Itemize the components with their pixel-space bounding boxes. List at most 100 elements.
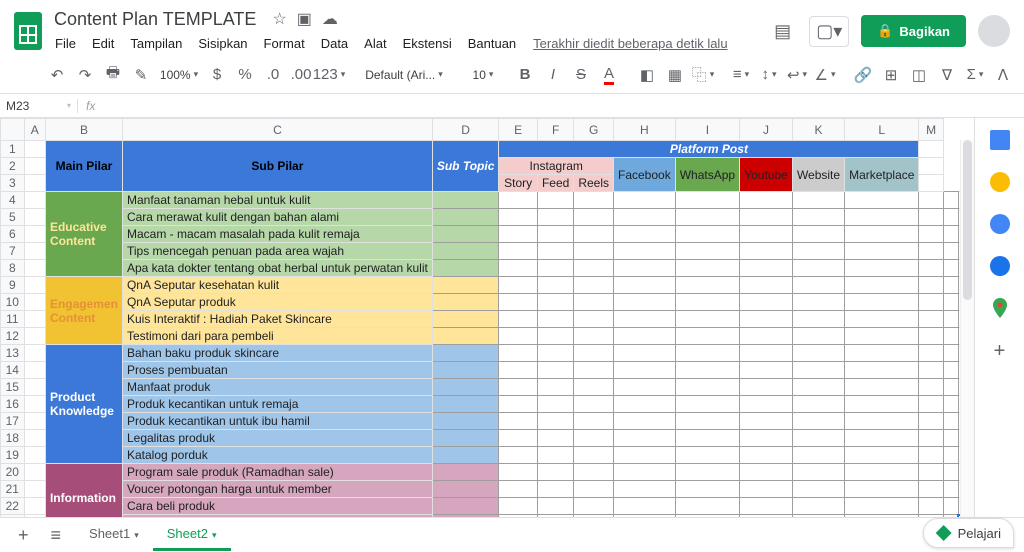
cell[interactable] [740, 396, 793, 413]
cell[interactable] [919, 294, 943, 311]
cell[interactable] [740, 243, 793, 260]
sheets-logo[interactable] [8, 12, 48, 50]
cell[interactable] [614, 209, 676, 226]
cell[interactable] [845, 362, 919, 379]
insert-link-button[interactable]: 🔗 [850, 62, 876, 88]
formula-input[interactable] [103, 94, 1024, 117]
text-rotation-dropdown[interactable]: ∠ [812, 62, 838, 88]
column-header-M[interactable]: M [919, 119, 943, 141]
cell[interactable] [740, 192, 793, 209]
cell[interactable] [614, 243, 676, 260]
cell[interactable] [499, 226, 538, 243]
pilar-pink[interactable]: Information [45, 464, 122, 518]
column-header-A[interactable]: A [24, 119, 45, 141]
cell[interactable] [614, 464, 676, 481]
sub-topic-cell[interactable] [432, 209, 499, 226]
cell[interactable] [537, 413, 573, 430]
sub-pilar-cell[interactable]: Kuis Interaktif : Hadiah Paket Skincare [122, 311, 432, 328]
cell[interactable] [537, 396, 573, 413]
cell[interactable] [792, 345, 844, 362]
cell[interactable] [574, 413, 614, 430]
cell[interactable] [675, 345, 739, 362]
menu-format[interactable]: Format [257, 33, 312, 54]
cell[interactable] [845, 260, 919, 277]
cell[interactable] [614, 226, 676, 243]
sub-topic-cell[interactable] [432, 447, 499, 464]
cell[interactable] [499, 430, 538, 447]
cell[interactable] [740, 226, 793, 243]
cell[interactable] [537, 447, 573, 464]
cell[interactable] [614, 192, 676, 209]
cell[interactable] [740, 260, 793, 277]
cell[interactable] [574, 464, 614, 481]
move-icon[interactable]: ▣ [297, 9, 312, 29]
cell[interactable] [614, 379, 676, 396]
maps-icon[interactable] [990, 298, 1010, 318]
cell[interactable] [537, 311, 573, 328]
cell[interactable] [574, 192, 614, 209]
column-header-K[interactable]: K [792, 119, 844, 141]
sub-pilar-cell[interactable]: QnA Seputar produk [122, 294, 432, 311]
cell[interactable] [792, 430, 844, 447]
sub-pilar-cell[interactable]: Legalitas produk [122, 430, 432, 447]
cell[interactable] [499, 413, 538, 430]
cell[interactable] [792, 498, 844, 515]
cell[interactable] [499, 379, 538, 396]
cell[interactable] [943, 243, 958, 260]
cell[interactable] [792, 481, 844, 498]
cell[interactable] [919, 260, 943, 277]
cell[interactable] [614, 413, 676, 430]
header-sub-pilar[interactable]: Sub Pilar [122, 141, 432, 192]
cell[interactable] [614, 328, 676, 345]
cell[interactable] [537, 192, 573, 209]
cell[interactable] [499, 277, 538, 294]
sub-topic-cell[interactable] [432, 192, 499, 209]
cell[interactable] [943, 311, 958, 328]
cell[interactable] [740, 498, 793, 515]
cell[interactable] [943, 328, 958, 345]
horizontal-align-dropdown[interactable]: ≡ [728, 62, 754, 88]
sub-pilar-cell[interactable]: Cara beli produk [122, 498, 432, 515]
cell[interactable] [537, 498, 573, 515]
cell[interactable] [943, 260, 958, 277]
sub-topic-cell[interactable] [432, 430, 499, 447]
menu-alat[interactable]: Alat [357, 33, 393, 54]
insert-comment-button[interactable]: ⊞ [878, 62, 904, 88]
cell[interactable] [740, 481, 793, 498]
cell[interactable] [740, 311, 793, 328]
cloud-status-icon[interactable]: ☁ [322, 9, 338, 29]
functions-dropdown[interactable]: Σ [962, 62, 988, 88]
cell[interactable] [845, 328, 919, 345]
font-size-dropdown[interactable]: 10 [466, 62, 500, 88]
cell[interactable] [792, 464, 844, 481]
cell[interactable] [675, 413, 739, 430]
cell[interactable] [675, 226, 739, 243]
cell[interactable] [919, 396, 943, 413]
cell[interactable] [499, 447, 538, 464]
menu-data[interactable]: Data [314, 33, 355, 54]
cell[interactable] [919, 498, 943, 515]
cell[interactable] [740, 447, 793, 464]
cell[interactable] [792, 192, 844, 209]
bold-button[interactable]: B [512, 62, 538, 88]
sheet-tab-sheet1[interactable]: Sheet1▾ [75, 519, 153, 551]
cell[interactable] [792, 294, 844, 311]
account-avatar[interactable] [978, 15, 1010, 47]
cell[interactable] [675, 192, 739, 209]
cell[interactable] [675, 294, 739, 311]
sub-topic-cell[interactable] [432, 464, 499, 481]
cell[interactable] [943, 447, 958, 464]
cell[interactable] [675, 260, 739, 277]
sub-topic-cell[interactable] [432, 243, 499, 260]
calendar-icon[interactable] [990, 130, 1010, 150]
name-box[interactable]: M23 [0, 99, 78, 113]
cell[interactable] [740, 328, 793, 345]
cell[interactable] [614, 447, 676, 464]
print-button[interactable]: 🖶 [100, 62, 126, 88]
cell[interactable] [919, 226, 943, 243]
cell[interactable] [845, 447, 919, 464]
cell[interactable] [574, 294, 614, 311]
cell[interactable] [675, 498, 739, 515]
cell[interactable] [614, 277, 676, 294]
cell[interactable] [845, 243, 919, 260]
